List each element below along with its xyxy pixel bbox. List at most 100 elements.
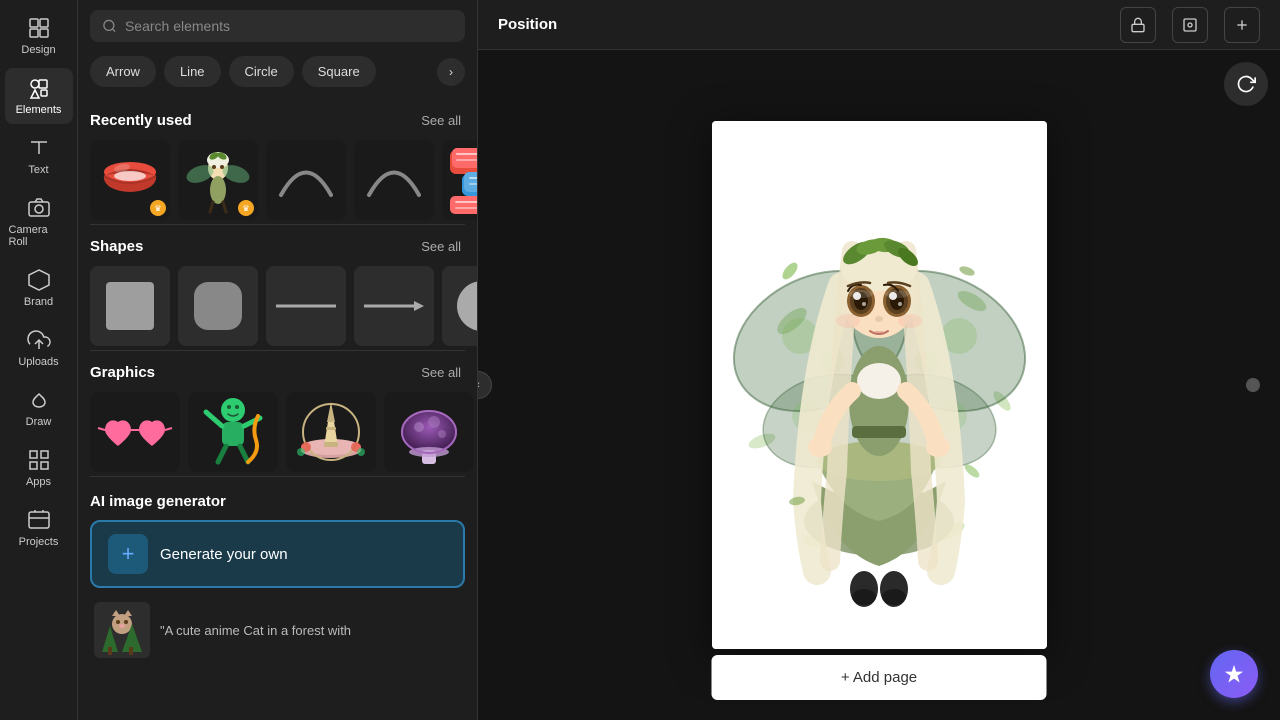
rectangle-shape (106, 282, 154, 330)
ai-prompt-item[interactable]: "A cute anime Cat in a forest with (90, 598, 465, 662)
icon-sidebar: Design Elements Text Camera Roll Brand (0, 0, 78, 720)
collapse-panel-button[interactable]: ‹ (478, 371, 492, 399)
camera-icon (27, 196, 51, 220)
ai-prompt-text: "A cute anime Cat in a forest with (160, 623, 351, 638)
top-bar: Position (478, 0, 1280, 50)
refresh-icon (1236, 74, 1256, 94)
list-item[interactable]: ♛ (178, 140, 258, 220)
shapes-title: Shapes (90, 238, 143, 255)
uploads-icon (27, 328, 51, 352)
sidebar-item-apps-label: Apps (26, 476, 51, 488)
ai-generate-label: Generate your own (160, 546, 288, 563)
rounded-rectangle-shape (194, 282, 242, 330)
text-icon (27, 136, 51, 160)
graphics-header: Graphics See all (90, 363, 465, 382)
recently-used-header: Recently used See all (90, 111, 465, 130)
graphics-grid: › (90, 392, 465, 472)
add-page-button[interactable]: + Add page (712, 655, 1047, 700)
divider (90, 476, 465, 477)
filter-tags-bar: Arrow Line Circle Square › (78, 52, 477, 99)
filter-tag-square[interactable]: Square (302, 56, 376, 87)
lock-icon (1130, 17, 1146, 33)
list-item[interactable] (90, 266, 170, 346)
divider (90, 224, 465, 225)
embed-icon (1182, 17, 1198, 33)
list-item[interactable] (188, 392, 278, 472)
sidebar-item-text-label: Text (28, 164, 48, 176)
sidebar-item-uploads-label: Uploads (18, 356, 58, 368)
list-item[interactable] (384, 392, 474, 472)
divider (90, 350, 465, 351)
sidebar-item-elements-label: Elements (16, 104, 62, 116)
list-item[interactable]: ♛ (90, 140, 170, 220)
list-item[interactable] (442, 266, 477, 346)
plus-icon (1234, 17, 1250, 33)
elements-panel: Arrow Line Circle Square › Recently used… (78, 0, 478, 720)
list-item[interactable] (354, 266, 434, 346)
list-item[interactable] (90, 392, 180, 472)
position-title: Position (498, 16, 557, 33)
list-item[interactable] (286, 392, 376, 472)
ai-prompt-thumbnail (94, 602, 150, 658)
brand-icon (27, 268, 51, 292)
search-input[interactable] (125, 18, 453, 34)
sidebar-item-draw[interactable]: Draw (5, 380, 73, 436)
premium-badge: ♛ (238, 200, 254, 216)
apps-icon (27, 448, 51, 472)
lock-button[interactable] (1120, 7, 1156, 43)
circle-shape (457, 281, 477, 331)
graphics-see-all[interactable]: See all (417, 363, 465, 382)
filter-tag-arrow[interactable]: Arrow (90, 56, 156, 87)
add-button[interactable] (1224, 7, 1260, 43)
sidebar-item-camera-label: Camera Roll (9, 224, 69, 248)
sidebar-item-brand-label: Brand (24, 296, 53, 308)
ai-generator-section: AI image generator + Generate your own (90, 493, 465, 662)
sidebar-item-uploads[interactable]: Uploads (5, 320, 73, 376)
magic-icon (1223, 663, 1245, 685)
sidebar-item-apps[interactable]: Apps (5, 440, 73, 496)
list-item[interactable] (266, 140, 346, 220)
sidebar-item-elements[interactable]: Elements (5, 68, 73, 124)
canvas-area: ‹ (478, 50, 1280, 720)
list-item[interactable] (178, 266, 258, 346)
main-area: Position ‹ (478, 0, 1280, 720)
canvas-card (712, 121, 1047, 649)
filter-tag-circle[interactable]: Circle (229, 56, 294, 87)
filter-tag-line[interactable]: Line (164, 56, 221, 87)
ai-generator-title: AI image generator (90, 493, 465, 510)
ai-plus-icon: + (108, 534, 148, 574)
sidebar-item-design[interactable]: Design (5, 8, 73, 64)
recently-used-see-all[interactable]: See all (417, 111, 465, 130)
design-icon (27, 16, 51, 40)
magic-button[interactable] (1210, 650, 1258, 698)
add-page-bar: + Add page (712, 655, 1047, 700)
recently-used-title: Recently used (90, 112, 192, 129)
recently-used-grid: ♛ (90, 140, 465, 220)
draw-icon (27, 388, 51, 412)
shapes-see-all[interactable]: See all (417, 237, 465, 256)
sidebar-item-camera-roll[interactable]: Camera Roll (5, 188, 73, 256)
panel-content: Recently used See all ♛ (78, 99, 477, 720)
embed-button[interactable] (1172, 7, 1208, 43)
refresh-button[interactable] (1224, 62, 1268, 106)
sidebar-item-projects[interactable]: Projects (5, 500, 73, 556)
elements-icon (27, 76, 51, 100)
search-icon (102, 18, 117, 34)
sidebar-item-brand[interactable]: Brand (5, 260, 73, 316)
sidebar-item-projects-label: Projects (19, 536, 59, 548)
shapes-header: Shapes See all (90, 237, 465, 256)
projects-icon (27, 508, 51, 532)
fairy-illustration (712, 121, 1047, 649)
scroll-indicator (1246, 378, 1260, 392)
shapes-grid: › (90, 266, 465, 346)
sidebar-item-text[interactable]: Text (5, 128, 73, 184)
arrow-shape (364, 299, 424, 313)
list-item[interactable] (442, 140, 477, 220)
filter-tags-scroll-arrow[interactable]: › (437, 58, 465, 86)
list-item[interactable] (354, 140, 434, 220)
ai-generate-button[interactable]: + Generate your own (90, 520, 465, 588)
sidebar-item-draw-label: Draw (26, 416, 52, 428)
list-item[interactable] (266, 266, 346, 346)
sidebar-item-design-label: Design (21, 44, 55, 56)
search-bar-container (90, 10, 465, 42)
